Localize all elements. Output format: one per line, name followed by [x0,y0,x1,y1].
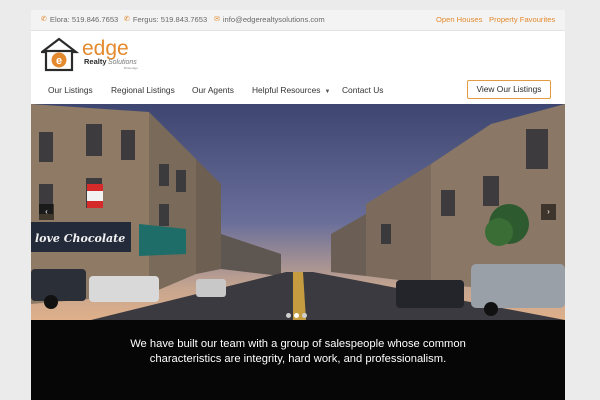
nav-regional-listings[interactable]: Regional Listings [111,85,175,95]
envelope-icon: ✉ [214,15,220,23]
view-listings-button[interactable]: View Our Listings [467,80,551,99]
contact-elora[interactable]: ✆ Elora: 519.846.7653 [41,15,118,24]
site-logo[interactable]: e edge Realty Solutions Brokerage [38,37,151,73]
tagline-text: We have built our team with a group of s… [130,338,466,365]
phone-fergus-text: Fergus: 519.843.7653 [132,15,208,24]
contact-fergus[interactable]: ✆ Fergus: 519.843.7653 [124,15,207,24]
nav-our-agents[interactable]: Our Agents [192,85,234,95]
logo-solutions: Solutions [108,59,137,66]
hero-street-image: love Chocolate [31,104,565,320]
nav-contact-us[interactable]: Contact Us [342,85,383,95]
store-sign: love Chocolate [35,232,125,245]
logo-e-letter: e [56,55,62,67]
page: ✆ Elora: 519.846.7653 ✆ Fergus: 519.843.… [31,10,565,400]
slider-dot[interactable] [302,313,307,318]
phone-icon: ✆ [124,15,130,23]
nav-helpful-resources[interactable]: Helpful Resources ▼ [252,85,330,95]
logo-graphic: e edge Realty Solutions Brokerage [38,37,138,72]
slider-prev-arrow[interactable]: ‹ [39,204,54,220]
slider-dot-active[interactable] [294,313,299,318]
phone-icon: ✆ [41,15,47,23]
phone-elora-text: Elora: 519.846.7653 [49,15,119,24]
email-text: info@edgerealtysolutions.com [222,15,325,24]
top-contact-bar: ✆ Elora: 519.846.7653 ✆ Fergus: 519.843.… [31,10,565,31]
link-open-houses[interactable]: Open Houses [436,15,482,24]
slider-dot[interactable] [286,313,291,318]
contact-email[interactable]: ✉ info@edgerealtysolutions.com [214,15,325,24]
slider-next-arrow[interactable]: › [541,204,556,220]
logo-brokerage: Brokerage [124,66,138,70]
chevron-down-icon: ▼ [324,89,331,95]
nav-our-listings[interactable]: Our Listings [48,85,93,95]
tagline-band: We have built our team with a group of s… [31,320,565,400]
hero-slider: love Chocolate ‹ › [31,104,565,320]
slider-pagination [286,313,307,318]
logo-realty: Realty [84,57,107,66]
nav-helpful-resources-label: Helpful Resources [252,85,321,95]
link-property-favourites[interactable]: Property Favourites [489,15,555,24]
